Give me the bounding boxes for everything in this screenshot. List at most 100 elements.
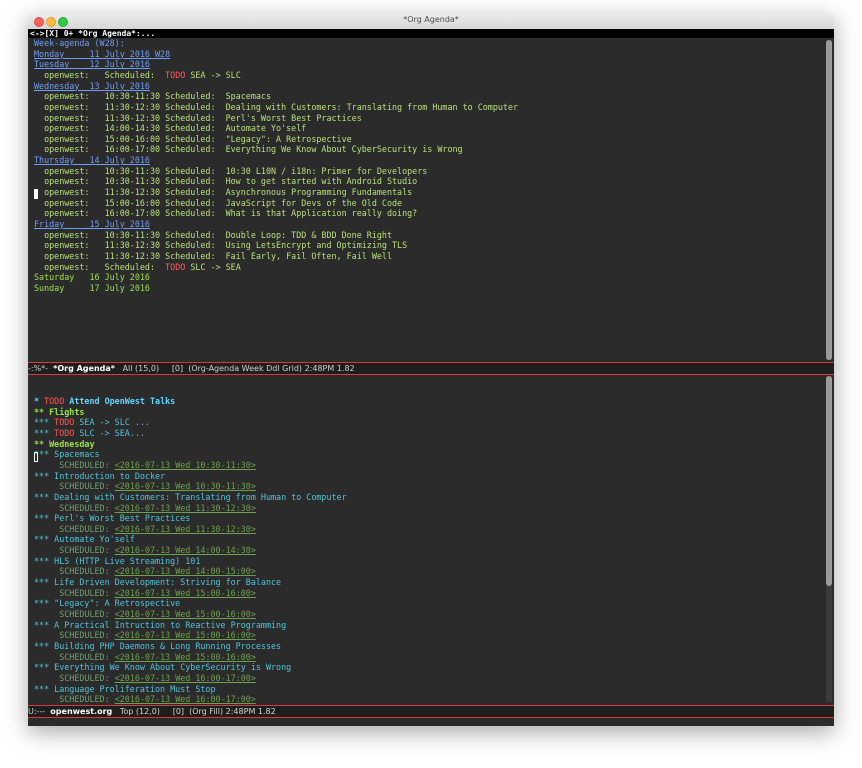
agenda-line[interactable]: openwest: Scheduled: TODO SEA -> SLC bbox=[34, 70, 241, 81]
org-line[interactable]: *** Perl's Worst Best Practices bbox=[34, 513, 190, 524]
agenda-line-segment: Saturday 16 July 2016 bbox=[34, 272, 150, 283]
org-mode-line: U:--- openwest.org Top (12,0) [0] (Org F… bbox=[28, 705, 834, 718]
agenda-cursor bbox=[34, 189, 38, 199]
org-line-segment: <2016-07-13 Wed 15:00-16:00> bbox=[114, 609, 256, 619]
org-line[interactable]: ** Flights bbox=[34, 407, 84, 418]
org-line[interactable]: SCHEDULED: <2016-07-13 Wed 14:00-15:00> bbox=[34, 566, 256, 577]
org-line[interactable]: *** A Practical Intruction to Reactive P… bbox=[34, 620, 286, 631]
agenda-line[interactable]: Sunday 17 July 2016 bbox=[34, 283, 150, 294]
org-line-segment: *** bbox=[34, 417, 55, 428]
agenda-line[interactable]: openwest: 10:30-11:30 Scheduled: Spacema… bbox=[34, 91, 271, 102]
org-line[interactable]: *** Building PHP Daemons & Long Running … bbox=[34, 641, 281, 652]
org-scrollbar-thumb[interactable] bbox=[826, 376, 832, 586]
org-line[interactable]: *** TODO SLC -> SEA... bbox=[34, 428, 145, 439]
agenda-line[interactable]: Monday 11 July 2016 W28 bbox=[34, 49, 170, 60]
org-line[interactable]: SCHEDULED: <2016-07-13 Wed 15:00-16:00> bbox=[34, 588, 256, 599]
agenda-line[interactable]: Saturday 16 July 2016 bbox=[34, 272, 150, 283]
agenda-header: Week-agenda (W28): bbox=[34, 38, 125, 48]
org-line-segment: *** Automate Yo'self bbox=[34, 534, 135, 545]
org-line[interactable]: *** Introduction to Docker bbox=[34, 471, 165, 482]
org-line-segment: <2016-07-13 Wed 11:30-12:30> bbox=[114, 523, 256, 534]
agenda-line-segment: openwest: 16:00-17:00 Scheduled: What is… bbox=[34, 208, 418, 219]
org-line[interactable]: *** Life Driven Development: Striving fo… bbox=[34, 577, 281, 588]
org-line-segment: SCHEDULED: bbox=[34, 502, 115, 513]
agenda-line[interactable]: openwest: 10:30-11:30 Scheduled: Double … bbox=[34, 230, 392, 241]
org-line[interactable]: SCHEDULED: <2016-07-13 Wed 16:00-17:00> bbox=[34, 694, 256, 705]
org-line-segment: SCHEDULED: bbox=[34, 523, 115, 534]
org-line-segment: SCHEDULED: bbox=[34, 545, 115, 556]
agenda-line[interactable]: openwest: 16:00-17:00 Scheduled: What is… bbox=[34, 208, 417, 219]
org-line[interactable]: *** Everything We Know About CyberSecuri… bbox=[34, 662, 291, 673]
mode-line-info: All (15,0) [0] (Org-Agenda Week Ddl Grid… bbox=[114, 364, 355, 373]
agenda-line-segment: openwest: 15:00-16:00 Scheduled: "Legacy… bbox=[34, 133, 352, 144]
agenda-line-segment: Tuesday 12 July 2016 bbox=[34, 59, 150, 70]
agenda-scrollbar[interactable] bbox=[826, 40, 832, 360]
agenda-line[interactable]: openwest: 11:30-12:30 Scheduled: Perl's … bbox=[34, 113, 362, 124]
org-line[interactable]: SCHEDULED: <2016-07-13 Wed 15:00-16:00> bbox=[34, 652, 256, 663]
org-scrollbar[interactable] bbox=[826, 376, 832, 702]
org-line[interactable]: SCHEDULED: <2016-07-13 Wed 11:30-12:30> bbox=[34, 503, 256, 514]
org-line-segment: ** Flights bbox=[34, 406, 85, 417]
org-line-segment: <2016-07-13 Wed 11:30-12:30> bbox=[114, 502, 256, 513]
org-line-segment: <2016-07-13 Wed 10:30-11:30> bbox=[114, 459, 256, 470]
window-title: *Org Agenda* bbox=[403, 15, 459, 24]
agenda-line[interactable]: openwest: 16:00-17:00 Scheduled: Everyth… bbox=[34, 144, 463, 155]
org-line-segment: TODO bbox=[54, 417, 75, 428]
org-line-segment: *** "Legacy": A Retrospective bbox=[34, 598, 181, 609]
org-line-segment: *** Spacemacs bbox=[34, 449, 100, 460]
org-line[interactable]: SCHEDULED: <2016-07-13 Wed 10:30-11:30> bbox=[34, 460, 256, 471]
agenda-line[interactable]: openwest: 14:00-14:30 Scheduled: Automat… bbox=[34, 123, 306, 134]
agenda-line[interactable]: openwest: 11:30-12:30 Scheduled: Dealing… bbox=[34, 102, 518, 113]
tab-line-text[interactable]: <->[X] 0+ *Org Agenda*:... bbox=[30, 29, 155, 38]
org-line[interactable]: SCHEDULED: <2016-07-13 Wed 11:30-12:30> bbox=[34, 524, 256, 535]
org-line-segment: *** Language Proliferation Must Stop bbox=[34, 683, 216, 694]
org-line-segment: *** Dealing with Customers: Translating … bbox=[34, 491, 347, 502]
org-line[interactable]: *** Dealing with Customers: Translating … bbox=[34, 492, 347, 503]
org-line[interactable]: *** Language Proliferation Must Stop bbox=[34, 684, 216, 695]
agenda-line-segment: SEA -> SLC bbox=[185, 69, 241, 80]
agenda-line[interactable]: openwest: Scheduled: TODO SLC -> SEA bbox=[34, 262, 241, 273]
org-line[interactable]: SCHEDULED: <2016-07-13 Wed 16:00-17:00> bbox=[34, 673, 256, 684]
org-line-segment: *** Perl's Worst Best Practices bbox=[34, 513, 191, 524]
emacs-window: *Org Agenda* <->[X] 0+ *Org Agenda*:... … bbox=[28, 14, 834, 726]
org-line[interactable]: ** Wednesday bbox=[34, 439, 95, 450]
agenda-scrollbar-thumb[interactable] bbox=[826, 40, 832, 360]
agenda-line[interactable]: openwest: 10:30-11:30 Scheduled: 10:30 L… bbox=[34, 166, 427, 177]
org-line-segment: SCHEDULED: bbox=[34, 609, 115, 619]
org-file-pane[interactable]: * TODO Attend OpenWest Talks ** Flights **… bbox=[28, 374, 826, 705]
org-line-segment: SCHEDULED: bbox=[34, 630, 115, 641]
org-line[interactable]: *** HLS (HTTP Live Streaming) 101 bbox=[34, 556, 200, 567]
org-line-segment: <2016-07-13 Wed 14:00-14:30> bbox=[114, 545, 256, 556]
org-line[interactable]: SCHEDULED: <2016-07-13 Wed 15:00-16:00> bbox=[34, 630, 256, 641]
org-line[interactable]: * TODO Attend OpenWest Talks bbox=[34, 396, 175, 407]
org-line[interactable]: SCHEDULED: <2016-07-13 Wed 10:30-11:30> bbox=[34, 481, 256, 492]
agenda-line[interactable]: Tuesday 12 July 2016 bbox=[34, 59, 150, 70]
agenda-line[interactable]: openwest: 15:00-16:00 Scheduled: "Legacy… bbox=[34, 134, 352, 145]
agenda-line[interactable]: Friday 15 July 2016 bbox=[34, 219, 150, 230]
agenda-line-segment: TODO bbox=[165, 69, 186, 80]
mode-line-buffer-name: openwest.org bbox=[50, 707, 113, 716]
agenda-line[interactable]: Wednesday 13 July 2016 bbox=[34, 81, 150, 92]
org-line[interactable]: *** TODO SEA -> SLC ... bbox=[34, 417, 150, 428]
org-line-segment: <2016-07-13 Wed 10:30-11:30> bbox=[114, 481, 256, 492]
agenda-line[interactable]: openwest: 11:30-12:30 Scheduled: Using L… bbox=[34, 240, 407, 251]
agenda-line[interactable]: Thursday 14 July 2016 bbox=[34, 155, 150, 166]
org-line-segment: ** Wednesday bbox=[34, 438, 95, 449]
tab-line[interactable]: <->[X] 0+ *Org Agenda*:... bbox=[28, 29, 834, 38]
agenda-line[interactable]: openwest: 15:00-16:00 Scheduled: JavaScr… bbox=[34, 198, 402, 209]
org-line[interactable]: *** "Legacy": A Retrospective bbox=[34, 598, 180, 609]
agenda-line-segment: openwest: 10:30-11:30 Scheduled: Double … bbox=[34, 229, 392, 240]
org-line-segment: SCHEDULED: bbox=[34, 481, 115, 492]
org-line[interactable]: *** Automate Yo'self bbox=[34, 534, 135, 545]
org-line[interactable]: SCHEDULED: <2016-07-13 Wed 14:00-14:30> bbox=[34, 545, 256, 556]
org-line-segment: <2016-07-13 Wed 15:00-16:00> bbox=[114, 651, 256, 662]
agenda-pane[interactable]: Week-agenda (W28): Monday 11 July 2016 W… bbox=[28, 38, 826, 362]
agenda-line[interactable]: openwest: 10:30-11:30 Scheduled: How to … bbox=[34, 176, 417, 187]
org-line[interactable]: SCHEDULED: <2016-07-13 Wed 15:00-16:00> bbox=[34, 609, 256, 620]
agenda-line[interactable]: openwest: 11:30-12:30 Scheduled: Fail Ea… bbox=[34, 251, 392, 262]
agenda-line[interactable]: openwest: 11:30-12:30 Scheduled: Asynchr… bbox=[34, 187, 412, 198]
org-line-segment: *** Everything We Know About CyberSecuri… bbox=[34, 662, 292, 673]
org-line-segment: <2016-07-13 Wed 16:00-17:00> bbox=[114, 694, 256, 705]
org-line-segment: SCHEDULED: bbox=[34, 566, 115, 577]
org-line[interactable]: *** Spacemacs bbox=[34, 449, 100, 460]
